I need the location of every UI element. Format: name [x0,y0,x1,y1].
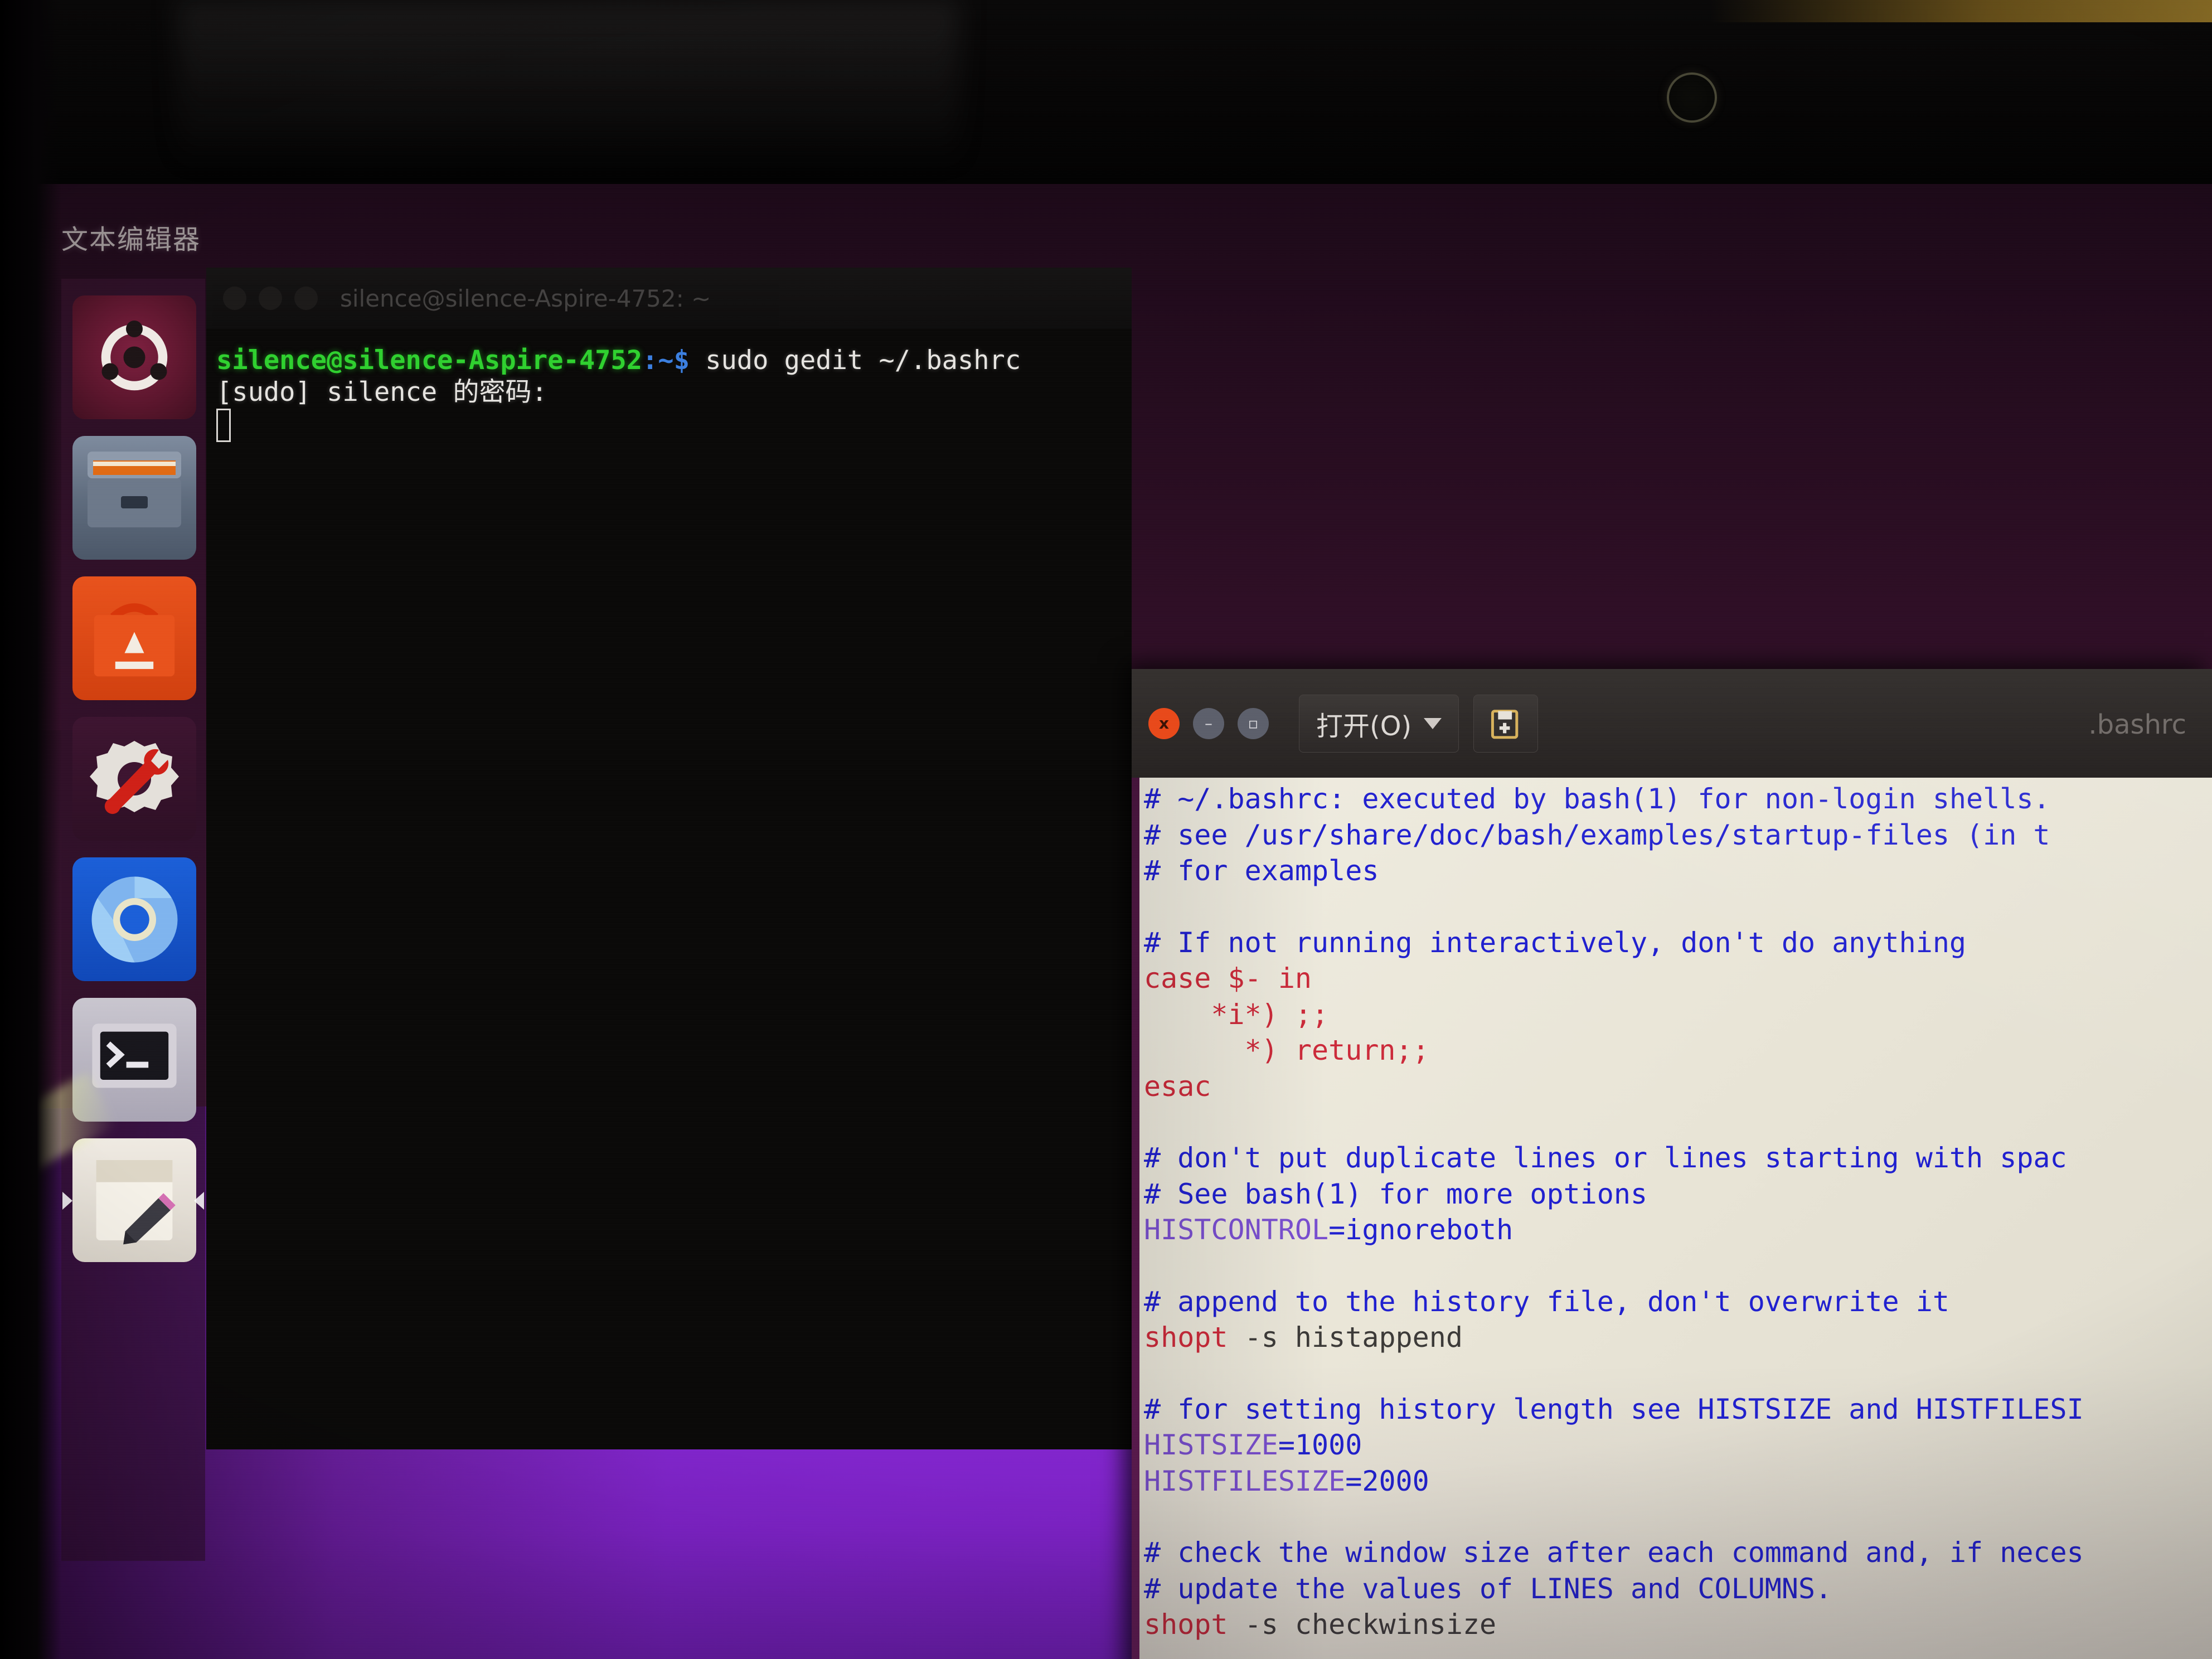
terminal-cursor [216,408,231,442]
gear-wrench-icon [90,741,179,814]
code-variable-value: =2000 [1345,1464,1429,1497]
sidebar-item-software-center[interactable]: Ubuntu 软件中心 [72,576,196,700]
code-line: # check the window size after each comma… [1144,1535,2212,1571]
code-line: # See bash(1) for more options [1144,1176,2212,1212]
code-line: HISTFILESIZE=2000 [1144,1463,2212,1500]
terminal-icon [92,1023,177,1088]
file-cabinet-icon [88,452,181,527]
sidebar-item-files[interactable]: 文件 [72,436,196,560]
code-variable-name: HISTFILESIZE [1144,1464,1346,1497]
terminal-window-controls[interactable] [223,287,318,310]
code-variable-value: =1000 [1278,1429,1362,1461]
sidebar-item-system-settings[interactable]: 系统设置 [72,717,196,841]
running-indicator-left [62,1192,72,1210]
sidebar-item-terminal[interactable]: 终端 [72,998,196,1122]
terminal-titlebar[interactable]: silence@silence-Aspire-4752: ~ [206,268,1132,329]
code-arguments: -s checkwinsize [1228,1608,1497,1641]
gedit-text-area[interactable]: # ~/.bashrc: executed by bash(1) for non… [1132,778,2212,1659]
gedit-left-margin [1132,778,1139,1659]
running-indicator-right [194,1192,204,1210]
code-text: # check the window size after each comma… [1144,1536,2084,1569]
gedit-headerbar[interactable]: x – ▫ 打开(O) .bashrc [1132,669,2212,778]
minimize-icon[interactable]: – [1193,707,1224,739]
code-line: # append to the history file, don't over… [1144,1284,2212,1320]
code-line: # for setting history length see HISTSIZ… [1144,1391,2212,1428]
code-text: *i*) ;; [1144,998,1329,1031]
code-variable-value: =ignoreboth [1328,1214,1514,1246]
code-text: # update the values of LINES and COLUMNS… [1144,1572,1832,1605]
terminal-prompt-path: :~$ [642,345,690,376]
code-line: shopt -s histappend [1144,1320,2212,1356]
sidebar-item-gedit[interactable]: 文本编辑器 [72,1138,196,1262]
code-keyword: shopt [1144,1608,1228,1641]
save-icon [1491,709,1519,739]
open-button[interactable]: 打开(O) [1299,694,1459,753]
sidebar-item-chromium[interactable]: Chromium 网页浏览器 [72,857,196,981]
code-text: # for setting history length see HISTSIZ… [1144,1393,2084,1425]
text-editor-icon [96,1160,176,1245]
code-line: HISTSIZE=1000 [1144,1427,2212,1463]
terminal-prompt-user: silence@silence-Aspire-4752 [216,345,643,376]
gedit-document-title: .bashrc [2088,709,2186,740]
code-line: HISTCONTROL=ignoreboth [1144,1212,2212,1248]
chevron-down-icon [1424,717,1442,729]
panel-app-title: 文本编辑器 [61,224,201,255]
code-line: case $- in [1144,961,2212,997]
code-text: case $- in [1144,962,1312,995]
code-text: # ~/.bashrc: executed by bash(1) for non… [1144,783,2050,815]
terminal-close-button[interactable] [223,287,246,310]
code-arguments: -s histappend [1228,1321,1463,1354]
code-line: # for examples [1144,853,2212,889]
laptop-screen-photo: 文本编辑器 Ubuntu [0,0,2212,1659]
terminal-command: sudo gedit ~/.bashrc [689,345,1021,376]
gedit-window[interactable]: x – ▫ 打开(O) .bashrc # ~/.bashrc: execute… [1132,669,2212,1659]
code-variable-name: HISTSIZE [1144,1429,1278,1461]
code-line: # don't put duplicate lines or lines sta… [1144,1140,2212,1176]
code-text: *) return;; [1144,1034,1429,1066]
terminal-title: silence@silence-Aspire-4752: ~ [340,284,711,312]
code-text: # for examples [1144,855,1379,887]
terminal-window[interactable]: silence@silence-Aspire-4752: ~ silence@s… [206,268,1132,1449]
chromium-icon [91,876,177,962]
code-text: # append to the history file, don't over… [1144,1285,1949,1318]
shopping-bag-icon [94,603,175,677]
unity-launcher[interactable]: Ubuntu 文件 [61,279,205,1561]
code-keyword: shopt [1144,1321,1228,1354]
code-line: esac [1144,1069,2212,1105]
code-line: # ~/.bashrc: executed by bash(1) for non… [1144,781,2212,817]
code-line: *i*) ;; [1144,997,2212,1033]
code-line: # If not running interactively, don't do… [1144,925,2212,961]
code-line: shopt -s checkwinsize [1144,1607,2212,1643]
terminal-password-prompt: [sudo] silence 的密码: [216,377,547,408]
bashrc-source-code[interactable]: # ~/.bashrc: executed by bash(1) for non… [1144,781,2212,1659]
code-text: # If not running interactively, don't do… [1144,926,1967,959]
code-line: # see /usr/share/doc/bash/examples/start… [1144,817,2212,853]
code-variable-name: HISTCONTROL [1144,1214,1329,1246]
code-text: # don't put duplicate lines or lines sta… [1144,1142,2067,1174]
terminal-minimize-button[interactable] [259,287,282,310]
code-line: *) return;; [1144,1032,2212,1069]
terminal-output[interactable]: silence@silence-Aspire-4752:~$ sudo gedi… [206,329,1132,1449]
maximize-icon[interactable]: ▫ [1238,707,1269,739]
ubuntu-logo-icon [101,321,168,391]
ubuntu-desktop: 文本编辑器 Ubuntu [0,184,2212,1659]
save-button[interactable] [1473,694,1539,753]
code-line: # update the values of LINES and COLUMNS… [1144,1571,2212,1607]
bezel-reflection [178,0,959,167]
code-text: # see /usr/share/doc/bash/examples/start… [1144,818,2050,851]
open-button-label: 打开(O) [1316,710,1412,742]
gedit-window-controls[interactable]: x – ▫ [1148,707,1269,739]
terminal-maximize-button[interactable] [294,287,318,310]
sidebar-item-ubuntu-dash[interactable]: Ubuntu [72,295,196,419]
webcam-icon [1667,72,1717,123]
code-text: esac [1144,1070,1211,1103]
code-text: # See bash(1) for more options [1144,1177,1648,1210]
close-icon[interactable]: x [1148,707,1180,739]
